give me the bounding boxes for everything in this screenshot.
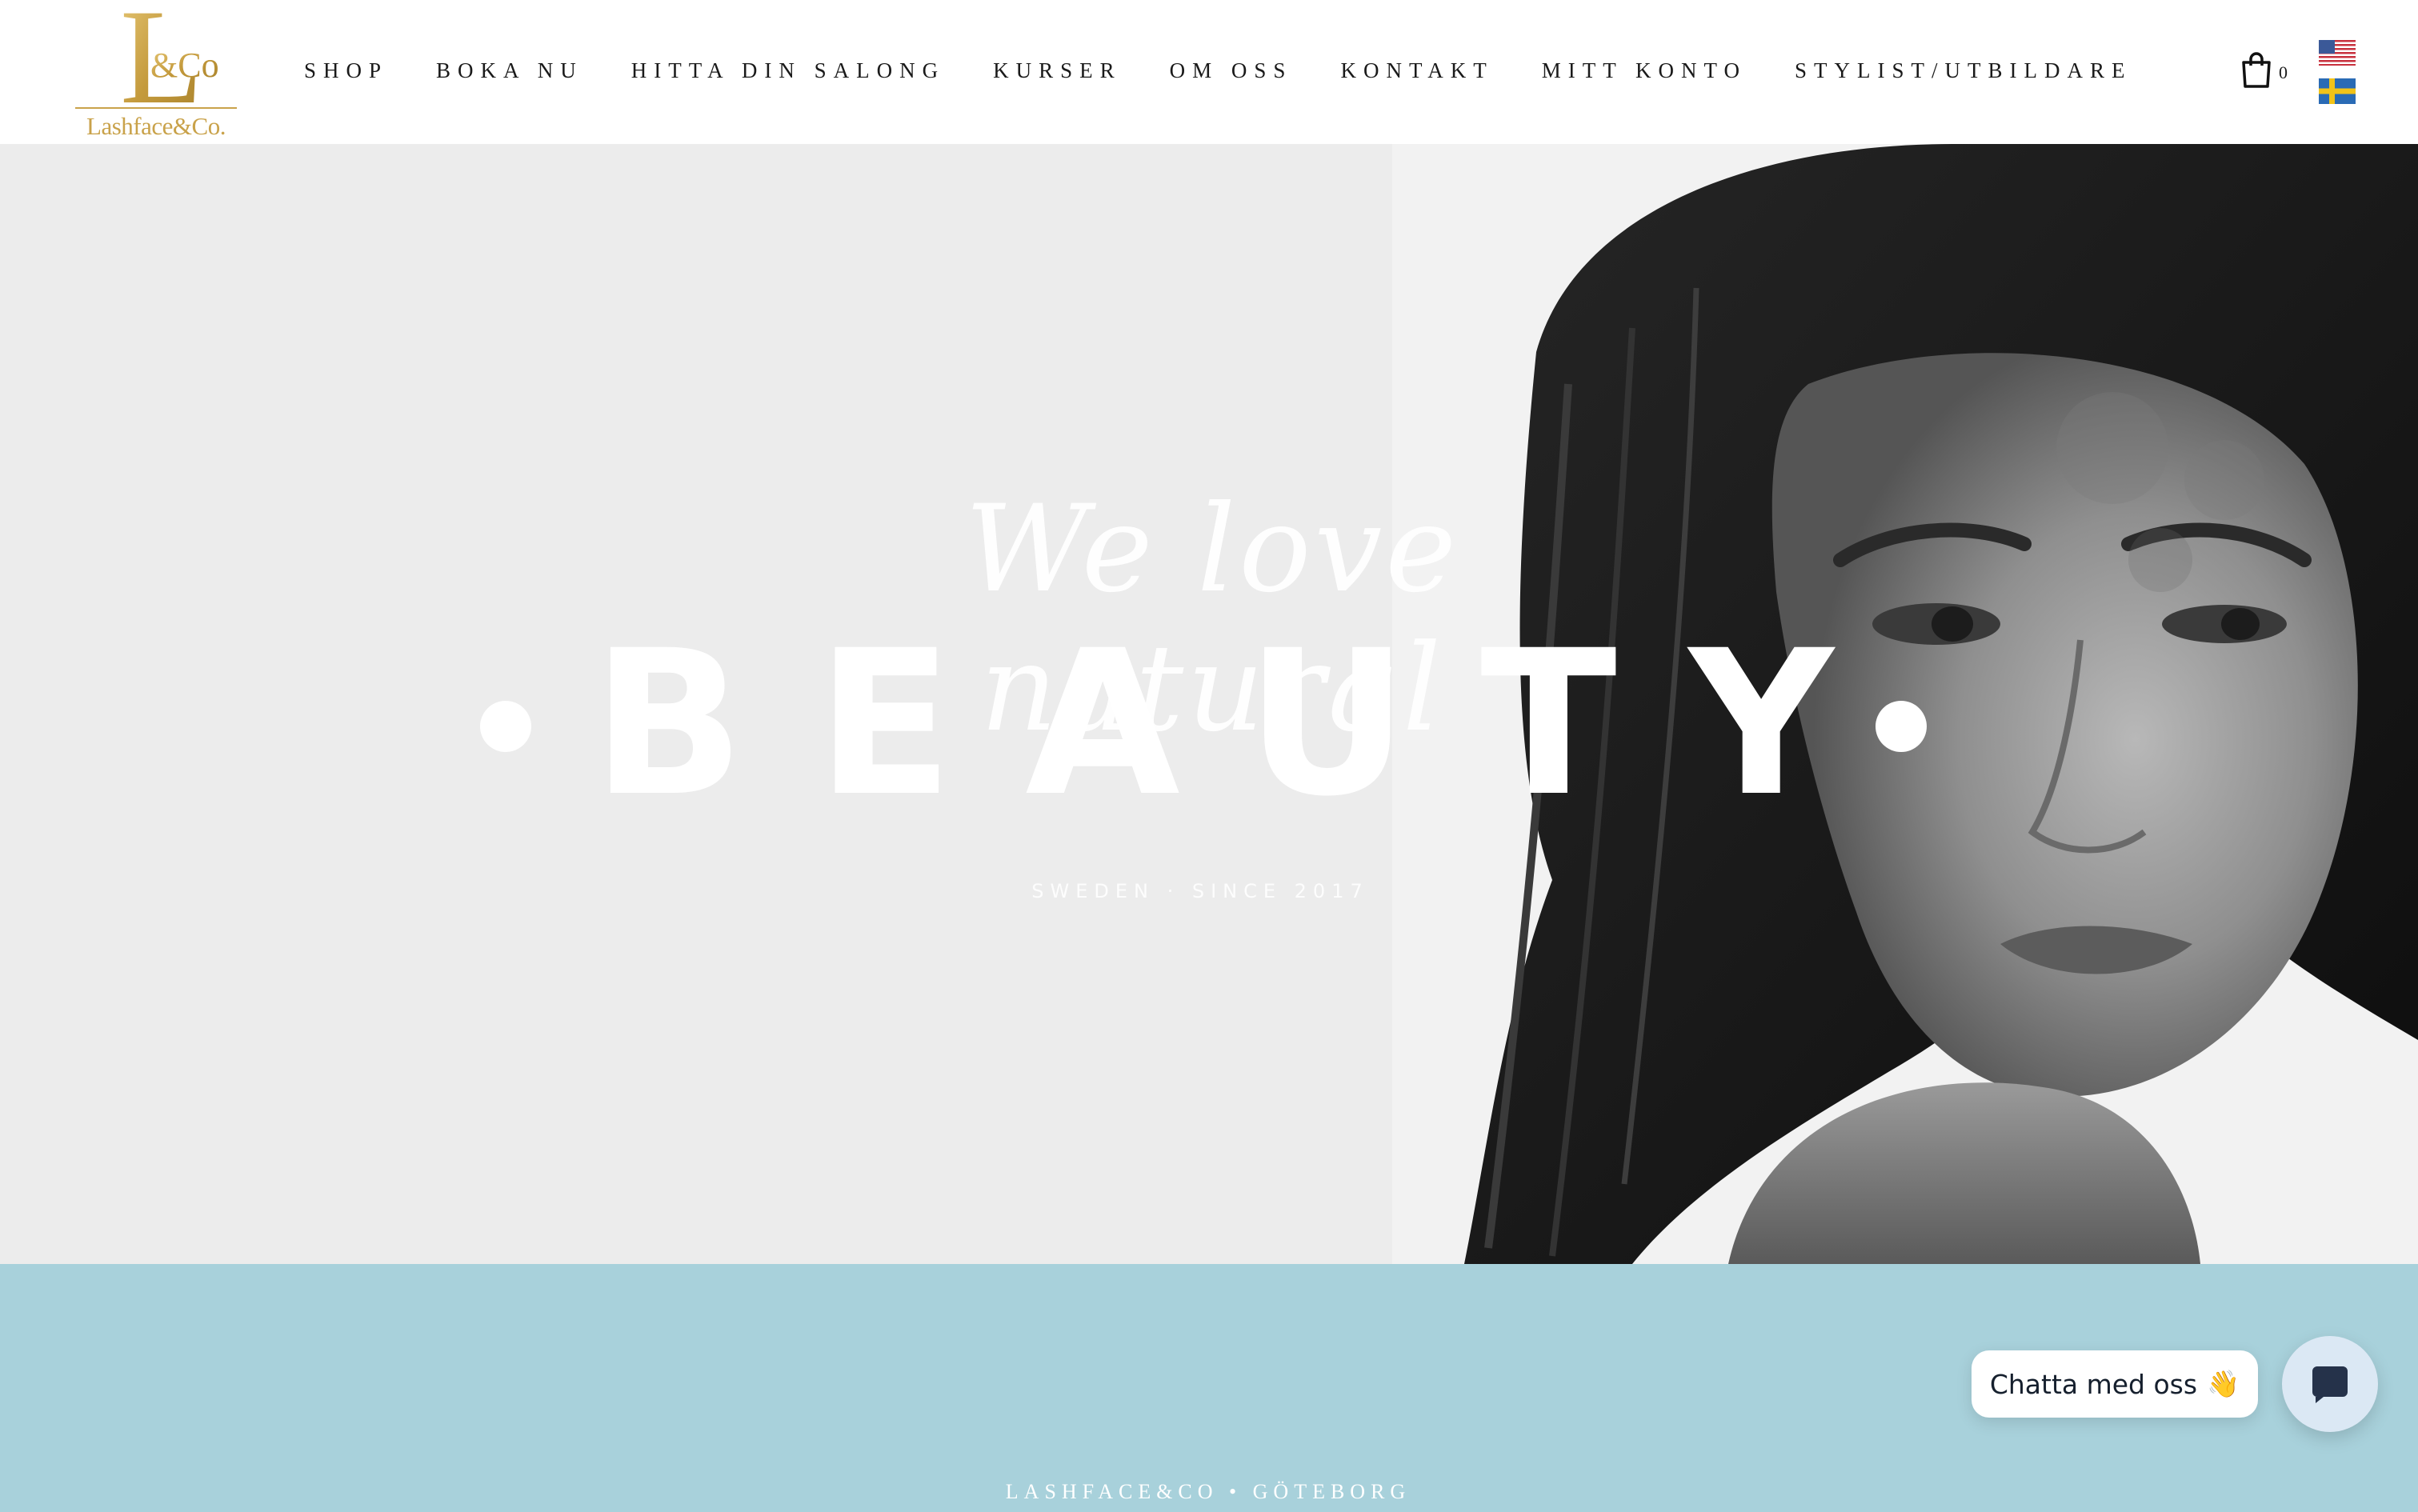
- chat-prompt-label: Chatta med oss: [1989, 1368, 2198, 1400]
- hero-headline: BEAUTY: [592, 607, 1906, 840]
- logo-divider: [75, 107, 237, 109]
- chat-bubble-icon: [2312, 1366, 2348, 1403]
- us-flag-icon[interactable]: [2319, 40, 2356, 66]
- chat-prompt-bubble[interactable]: Chatta med oss 👋: [1972, 1350, 2258, 1418]
- nav-mitt-konto[interactable]: MITT KONTO: [1542, 54, 1747, 86]
- decorative-dot: [1876, 701, 1927, 752]
- chat-open-button[interactable]: [2282, 1336, 2378, 1432]
- nav-shop[interactable]: SHOP: [304, 54, 388, 86]
- nav-kontakt[interactable]: KONTAKT: [1340, 54, 1493, 86]
- site-header: L &Co Lashface&Co. SHOP BOKA NU HITTA DI…: [0, 0, 2418, 144]
- wave-emoji-icon: 👋: [2207, 1368, 2240, 1399]
- nav-kurser[interactable]: KURSER: [993, 54, 1122, 86]
- logo[interactable]: L &Co Lashface&Co.: [72, 0, 240, 144]
- shopping-bag-icon: [2242, 52, 2271, 88]
- nav-om-oss[interactable]: OM OSS: [1170, 54, 1293, 86]
- hero-section: We love natural BEAUTY SWEDEN · SINCE 20…: [0, 144, 2418, 1264]
- nav-stylist-utbildare[interactable]: STYLIST/UTBILDARE: [1795, 54, 2132, 86]
- se-flag-icon[interactable]: [2319, 78, 2356, 104]
- logo-mark: L &Co: [120, 0, 219, 104]
- location-text: LASHFACE&CO • GÖTEBORG: [1005, 1480, 1411, 1503]
- cart-button[interactable]: 0: [2240, 51, 2296, 91]
- svg-text:&Co: &Co: [150, 46, 219, 85]
- nav-boka-nu[interactable]: BOKA NU: [436, 54, 583, 86]
- hero-subline: SWEDEN · SINCE 2017: [1031, 880, 1369, 902]
- cart-count: 0: [2279, 62, 2288, 82]
- decorative-dot: [480, 701, 531, 752]
- nav-hitta-din-salong[interactable]: HITTA DIN SALONG: [631, 54, 945, 86]
- main-nav: SHOP BOKA NU HITTA DIN SALONG KURSER OM …: [304, 54, 2180, 86]
- hero-headline-row: BEAUTY: [464, 624, 1936, 824]
- logo-text: Lashface&Co.: [86, 112, 226, 140]
